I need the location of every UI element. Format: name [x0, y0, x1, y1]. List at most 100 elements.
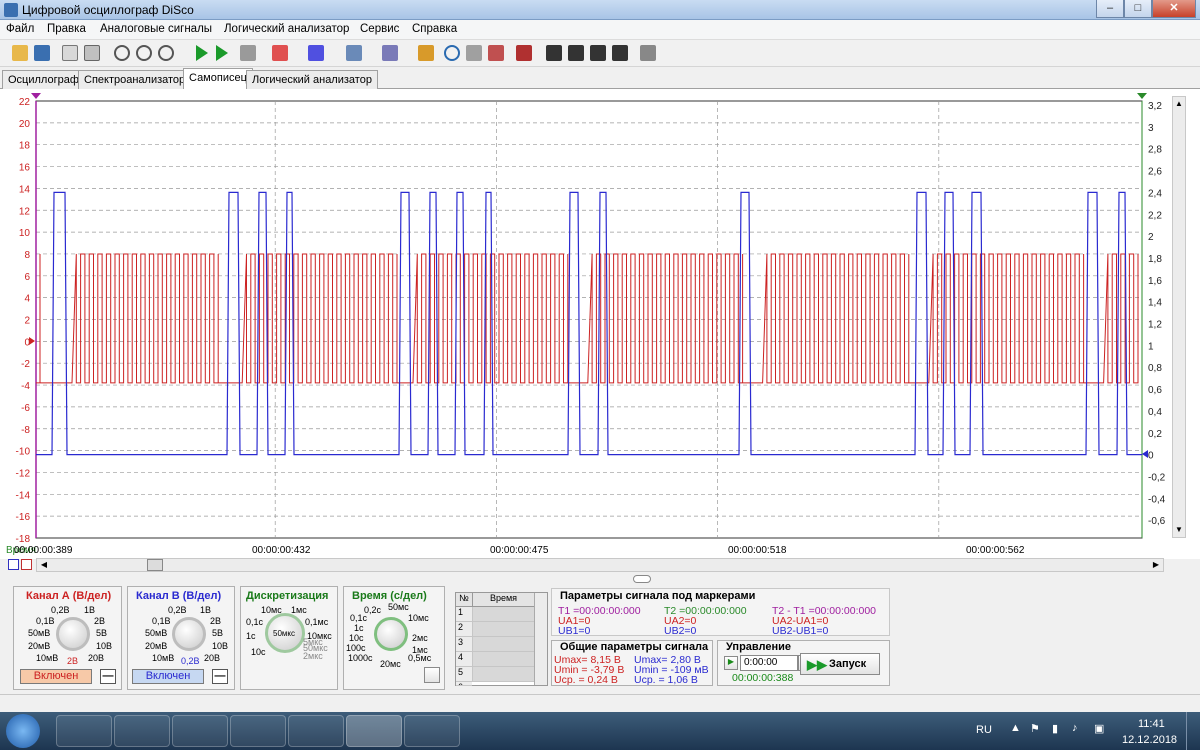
image-icon[interactable]: [466, 45, 482, 61]
menu-service[interactable]: Сервис: [360, 23, 399, 35]
zoom-out-icon[interactable]: [136, 45, 152, 61]
logic-a-icon[interactable]: [546, 45, 562, 61]
small-play-icon[interactable]: ▶: [724, 656, 738, 670]
markers-table-scrollbar[interactable]: [534, 593, 547, 685]
maximize-button[interactable]: □: [1124, 0, 1152, 18]
sampling-label: 2мкс: [303, 651, 323, 661]
print-preview-icon[interactable]: [62, 45, 78, 61]
markers-time-cell[interactable]: [472, 607, 534, 622]
tab-logic-analyzer[interactable]: Логический анализатор: [246, 70, 378, 89]
logic-d-icon[interactable]: [612, 45, 628, 61]
tray-volume-icon[interactable]: ♪: [1072, 722, 1078, 734]
channel-a-dial[interactable]: [56, 617, 90, 651]
channel-b-dial[interactable]: [172, 617, 206, 651]
clock-date[interactable]: 12.12.2018: [1122, 734, 1177, 746]
show-desktop-button[interactable]: [1186, 712, 1200, 750]
markers-time-cell[interactable]: [472, 652, 534, 667]
print-icon[interactable]: [84, 45, 100, 61]
waveform-chart[interactable]: 2220181614121086420-2-4-6-8-10-12-14-16-…: [0, 89, 1200, 559]
scroll-left-icon[interactable]: ◀: [37, 559, 51, 571]
math-sqrt-icon[interactable]: [382, 45, 398, 61]
channel-a-marker-button[interactable]: [21, 559, 32, 570]
time-spinner[interactable]: 0:00:00: [740, 655, 798, 671]
taskbar-ie-icon[interactable]: [56, 715, 112, 747]
scroll-down-icon[interactable]: ▼: [1173, 523, 1185, 537]
markers-time-cell[interactable]: [472, 637, 534, 652]
tray-power-icon[interactable]: ▣: [1094, 722, 1104, 735]
channel-a-label: 5В: [96, 628, 108, 638]
save-icon[interactable]: [34, 45, 50, 61]
markers-col-number: №: [456, 593, 472, 607]
markers-time-cell[interactable]: [472, 622, 534, 637]
minimize-button[interactable]: –: [1096, 0, 1124, 18]
tray-flag-icon[interactable]: ⚑: [1030, 722, 1040, 735]
menu-file[interactable]: Файл: [6, 23, 34, 35]
scroll-thumb[interactable]: [147, 559, 163, 571]
markers-table[interactable]: № Время 1 2 3 4 5 6: [455, 592, 548, 686]
right-axis-label: 1,4: [1148, 298, 1162, 309]
control-panel: Управление ▶ 0:00:00 ▲▼ 00:00:00:388 ▶▶ …: [717, 640, 890, 686]
time-title: Время (с/дел): [352, 590, 427, 602]
zoom-fit-icon[interactable]: [158, 45, 174, 61]
refresh-icon[interactable]: [444, 45, 460, 61]
menu-analog-signals[interactable]: Аналоговые сигналы: [100, 23, 212, 35]
time-dial[interactable]: [374, 617, 408, 651]
tab-spectrum-analyzer[interactable]: Спектроанализатор: [78, 70, 192, 89]
scroll-right-icon[interactable]: ▶: [1149, 559, 1163, 571]
open-icon[interactable]: [12, 45, 28, 61]
zoom-in-icon[interactable]: [114, 45, 130, 61]
sound-icon[interactable]: [418, 45, 434, 61]
tab-recorder[interactable]: Самописец: [183, 68, 253, 89]
calculator-icon[interactable]: [346, 45, 362, 61]
play-single-icon[interactable]: [216, 45, 228, 61]
table-icon[interactable]: [488, 45, 504, 61]
taskbar-utorrent-icon[interactable]: [288, 715, 344, 747]
markers-time-cell[interactable]: [472, 667, 534, 682]
logic-c-icon[interactable]: [590, 45, 606, 61]
left-axis-label: 14: [19, 184, 31, 195]
measure-icon[interactable]: [516, 45, 532, 61]
channel-a-icon[interactable]: [272, 45, 288, 61]
tray-expand-icon[interactable]: ▲: [1010, 722, 1021, 734]
vertical-scrollbar[interactable]: ▲ ▼: [1172, 96, 1186, 538]
channel-a-enable-button[interactable]: Включен: [20, 669, 92, 684]
tab-oscilloscope[interactable]: Осциллограф: [2, 70, 85, 89]
start-button[interactable]: ▶▶ Запуск: [800, 653, 880, 675]
horizontal-scrollbar[interactable]: ◀ ▶: [36, 558, 1164, 572]
language-indicator[interactable]: RU: [976, 724, 992, 736]
taskbar-media-icon[interactable]: [172, 715, 228, 747]
tray-network-icon[interactable]: ▮: [1052, 722, 1058, 735]
taskbar-explorer-icon[interactable]: [114, 715, 170, 747]
channel-b-marker-button[interactable]: [8, 559, 19, 570]
menu-edit[interactable]: Правка: [47, 23, 86, 35]
time-panel: Время (с/дел) 0,2с 50мс 0,1с 10мс 1с 10с…: [343, 586, 445, 690]
general-a-uavg: Uср. = 0,24 В: [554, 674, 618, 686]
logic-b-icon[interactable]: [568, 45, 584, 61]
channel-b-minus-button[interactable]: —: [212, 669, 228, 684]
time-label: 10с: [349, 633, 364, 643]
close-button[interactable]: ✕: [1152, 0, 1196, 18]
channel-b-panel: Канал В (В/дел) 0,2В 1В 0,1В 2В 50мВ 5В …: [127, 586, 235, 690]
right-axis-label: 2,4: [1148, 188, 1162, 199]
channel-a-minus-button[interactable]: —: [100, 669, 116, 684]
start-menu-icon[interactable]: [6, 714, 40, 748]
taskbar-disco-icon[interactable]: [346, 715, 402, 747]
menu-logic-analyzer[interactable]: Логический анализатор: [224, 23, 349, 35]
play-icon[interactable]: [196, 45, 208, 61]
taskbar-chrome-icon[interactable]: [230, 715, 286, 747]
markers-row-number: 3: [456, 637, 472, 652]
scroll-up-icon[interactable]: ▲: [1173, 97, 1185, 111]
marker-params-title: Параметры сигнала под маркерами: [560, 590, 756, 602]
eraser-icon[interactable]: [640, 45, 656, 61]
stop-icon[interactable]: [240, 45, 256, 61]
taskbar-paint-icon[interactable]: [404, 715, 460, 747]
markers-row-number: 5: [456, 667, 472, 682]
channel-b-icon[interactable]: [308, 45, 324, 61]
channel-b-enable-button[interactable]: Включен: [132, 669, 204, 684]
panel-splitter[interactable]: [633, 575, 651, 583]
clock-time[interactable]: 11:41: [1138, 718, 1165, 730]
marker-t1-icon: [31, 93, 41, 99]
zoom-icon[interactable]: [424, 667, 440, 683]
menu-help[interactable]: Справка: [412, 23, 457, 35]
plot-area[interactable]: 22 20 18 16 14 12 10 8 6 4 2 0 -2 -4 -6 -8 -10 -12 -14 -16-…: [0, 89, 1200, 559]
